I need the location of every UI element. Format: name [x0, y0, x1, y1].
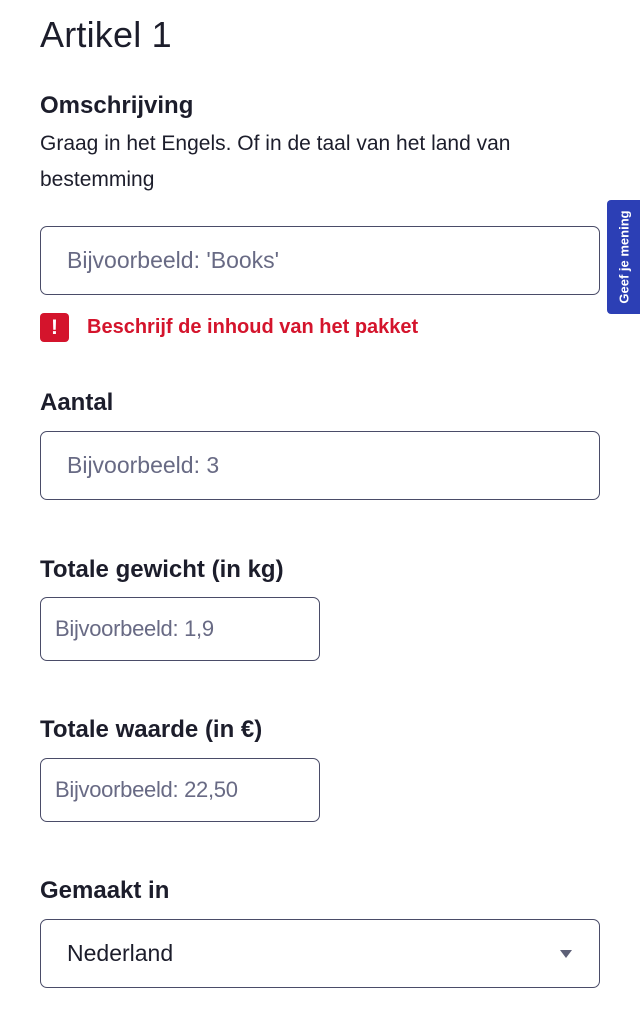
quantity-input[interactable] — [40, 431, 600, 500]
feedback-tab-label: Geef je mening — [616, 210, 631, 304]
chevron-down-icon — [560, 950, 572, 958]
weight-input[interactable] — [40, 597, 320, 661]
quantity-label: Aantal — [40, 389, 114, 416]
weight-label: Totale gewicht (in kg) — [40, 556, 284, 583]
origin-select[interactable]: Nederland — [40, 919, 600, 988]
description-label: Omschrijving — [40, 92, 194, 119]
origin-label: Gemaakt in — [40, 877, 170, 904]
feedback-tab-button[interactable]: Geef je mening — [607, 200, 640, 314]
description-help-text: Graag in het Engels. Of in de taal van h… — [40, 132, 511, 191]
origin-selected-value: Nederland — [67, 940, 174, 966]
value-label: Totale waarde (in €) — [40, 716, 263, 743]
exclamation-icon: ! — [40, 313, 69, 342]
page-title: Artikel 1 — [40, 14, 172, 55]
description-input[interactable] — [40, 226, 600, 295]
description-error-message: Beschrijf de inhoud van het pakket — [87, 316, 419, 338]
page: Artikel 1 Omschrijving Graag in het Enge… — [0, 0, 640, 1024]
value-input[interactable] — [40, 758, 320, 822]
description-error: ! Beschrijf de inhoud van het pakket — [40, 313, 418, 342]
